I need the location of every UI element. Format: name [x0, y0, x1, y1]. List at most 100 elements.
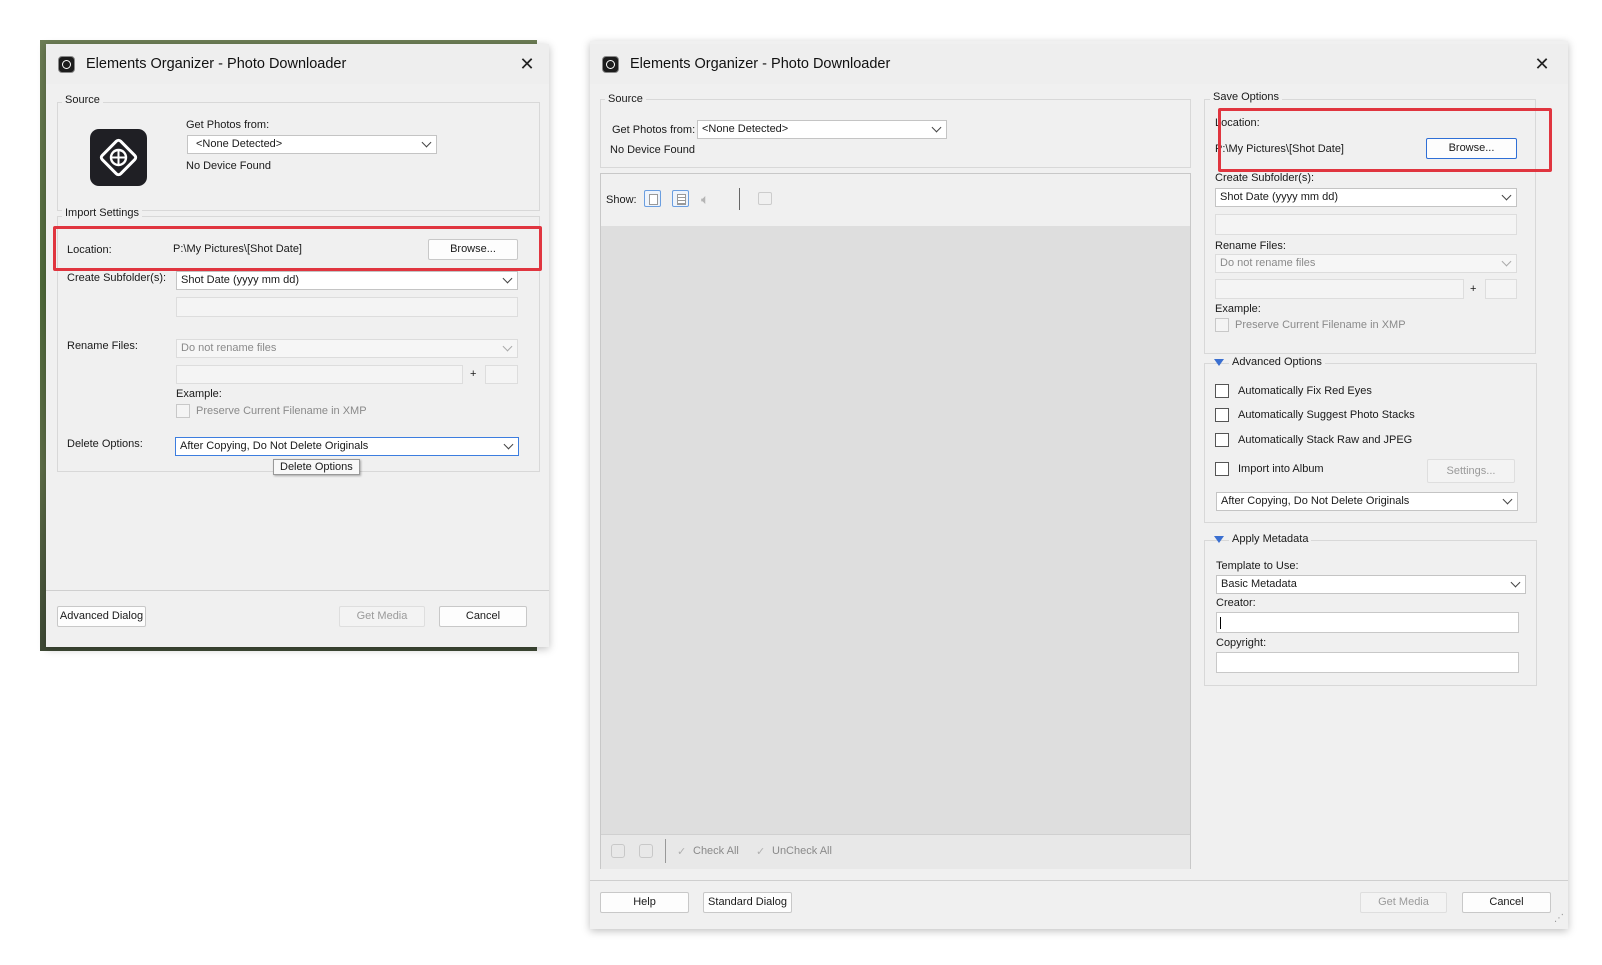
bottom-bar-divider — [665, 839, 666, 863]
right-preserve-checkbox[interactable] — [1215, 318, 1229, 332]
left-dialog: Elements Organizer - Photo Downloader ✕ … — [46, 44, 549, 647]
collapse-triangle-icon[interactable] — [1214, 359, 1224, 366]
left-preserve-checkbox[interactable] — [176, 404, 190, 418]
elements-organizer-icon — [58, 56, 75, 73]
right-dialog-title: Elements Organizer - Photo Downloader — [630, 56, 891, 72]
chevron-down-icon — [502, 273, 513, 284]
right-title-bar: Elements Organizer - Photo Downloader ✕ — [590, 44, 1568, 84]
show-documents-icon[interactable] — [672, 190, 689, 207]
left-delete-options-select[interactable]: After Copying, Do Not Delete Originals — [175, 437, 519, 456]
toolbar-divider — [739, 188, 740, 210]
apply-metadata-legend: Apply Metadata — [1229, 533, 1312, 545]
right-location-highlight — [1218, 108, 1552, 172]
left-subfolder-select[interactable]: Shot Date (yyyy mm dd) — [176, 271, 518, 290]
show-photos-icon[interactable] — [644, 190, 661, 207]
template-label: Template to Use: — [1216, 560, 1299, 572]
left-subfolder-custom-input[interactable] — [176, 297, 518, 317]
left-footer-separator — [46, 590, 549, 591]
save-options-legend: Save Options — [1210, 91, 1283, 103]
resize-grip-icon[interactable]: ⋰ — [1554, 913, 1564, 924]
right-device-select[interactable]: <None Detected> — [697, 120, 947, 139]
right-example-label: Example: — [1215, 303, 1261, 315]
chevron-down-icon — [1501, 190, 1512, 201]
right-dialog: Elements Organizer - Photo Downloader ✕ … — [590, 41, 1568, 929]
right-subfolder-custom-input[interactable] — [1215, 214, 1517, 235]
left-example-label: Example: — [176, 388, 222, 400]
advanced-dialog-button[interactable]: Advanced Dialog — [57, 606, 146, 627]
chevron-down-icon — [1510, 577, 1521, 588]
left-subfolder-label: Create Subfolder(s): — [67, 272, 167, 284]
right-rename-label: Rename Files: — [1215, 240, 1286, 252]
template-value: Basic Metadata — [1221, 578, 1297, 590]
fix-red-eyes-checkbox[interactable] — [1215, 384, 1229, 398]
left-device-status: No Device Found — [186, 160, 271, 172]
collapse-triangle-icon[interactable] — [1214, 536, 1224, 543]
fix-red-eyes-label: Automatically Fix Red Eyes — [1238, 385, 1372, 397]
import-album-label: Import into Album — [1238, 463, 1324, 475]
left-device-value: <None Detected> — [196, 138, 283, 150]
left-preserve-label: Preserve Current Filename in XMP — [196, 405, 367, 417]
copyright-input[interactable] — [1216, 652, 1519, 673]
copyright-label: Copyright: — [1216, 637, 1267, 649]
right-rename-custom-input[interactable] — [1215, 279, 1464, 299]
standard-dialog-button[interactable]: Standard Dialog — [703, 892, 792, 913]
close-icon[interactable]: ✕ — [517, 54, 537, 74]
check-all-button[interactable]: Check All — [693, 845, 739, 857]
thumbnail-size-icon[interactable] — [758, 192, 772, 205]
left-rename-select[interactable]: Do not rename files — [176, 339, 518, 358]
chevron-down-icon — [421, 137, 432, 148]
creator-label: Creator: — [1216, 597, 1256, 609]
text-cursor — [1220, 617, 1221, 629]
left-source-legend: Source — [62, 94, 103, 106]
left-rename-number-input[interactable] — [485, 365, 518, 384]
right-get-photos-label: Get Photos from: — [612, 124, 696, 136]
delete-options-tooltip: Delete Options — [273, 459, 360, 475]
left-plus-sign: + — [470, 368, 477, 380]
left-delete-options-label: Delete Options: — [67, 438, 143, 450]
elements-organizer-logo-icon — [90, 129, 147, 186]
right-plus-sign: + — [1470, 283, 1477, 295]
right-rename-number-input[interactable] — [1485, 279, 1517, 299]
import-album-checkbox[interactable] — [1215, 462, 1229, 476]
right-subfolder-select[interactable]: Shot Date (yyyy mm dd) — [1215, 188, 1517, 207]
right-rename-select[interactable]: Do not rename files — [1215, 254, 1517, 273]
left-location-highlight — [53, 226, 542, 271]
left-subfolder-value: Shot Date (yyyy mm dd) — [181, 274, 299, 286]
suggest-stacks-label: Automatically Suggest Photo Stacks — [1238, 409, 1415, 421]
close-icon[interactable]: ✕ — [1532, 54, 1552, 74]
left-get-media-button[interactable]: Get Media — [339, 606, 425, 627]
right-delete-options-select[interactable]: After Copying, Do Not Delete Originals — [1216, 492, 1518, 511]
template-select[interactable]: Basic Metadata — [1216, 575, 1526, 594]
check-all-icon: ✓ — [677, 846, 687, 858]
left-title-bar: Elements Organizer - Photo Downloader ✕ — [46, 44, 549, 84]
left-import-settings-legend: Import Settings — [62, 207, 142, 219]
chevron-down-icon — [503, 439, 514, 450]
audio-icon[interactable]: 🔈︎ — [701, 191, 718, 208]
left-delete-options-value: After Copying, Do Not Delete Originals — [180, 440, 369, 452]
show-label: Show: — [606, 194, 637, 206]
chevron-down-icon — [1502, 494, 1513, 505]
right-footer-separator — [590, 880, 1568, 881]
help-button[interactable]: Help — [600, 892, 689, 913]
thumbnail-grid-area — [601, 226, 1190, 834]
left-device-select[interactable]: <None Detected> — [187, 135, 437, 154]
chevron-down-icon — [1501, 256, 1512, 267]
stack-raw-checkbox[interactable] — [1215, 433, 1229, 447]
preview-bottom-bar: ✓ Check All ✓ UnCheck All — [601, 834, 1190, 869]
right-subfolder-value: Shot Date (yyyy mm dd) — [1220, 191, 1338, 203]
rotate-right-icon[interactable] — [639, 844, 653, 858]
creator-input[interactable] — [1216, 612, 1519, 633]
rotate-left-icon[interactable] — [611, 844, 625, 858]
right-cancel-button[interactable]: Cancel — [1462, 892, 1551, 913]
chevron-down-icon — [502, 341, 513, 352]
left-rename-custom-input[interactable] — [176, 365, 463, 384]
right-preserve-label: Preserve Current Filename in XMP — [1235, 319, 1406, 331]
left-cancel-button[interactable]: Cancel — [439, 606, 527, 627]
suggest-stacks-checkbox[interactable] — [1215, 408, 1229, 422]
stack-raw-label: Automatically Stack Raw and JPEG — [1238, 434, 1413, 446]
album-settings-button[interactable]: Settings... — [1427, 459, 1515, 483]
right-subfolder-label: Create Subfolder(s): — [1215, 172, 1315, 184]
uncheck-all-button[interactable]: UnCheck All — [772, 845, 832, 857]
right-rename-value: Do not rename files — [1220, 257, 1316, 269]
right-get-media-button[interactable]: Get Media — [1360, 892, 1447, 913]
